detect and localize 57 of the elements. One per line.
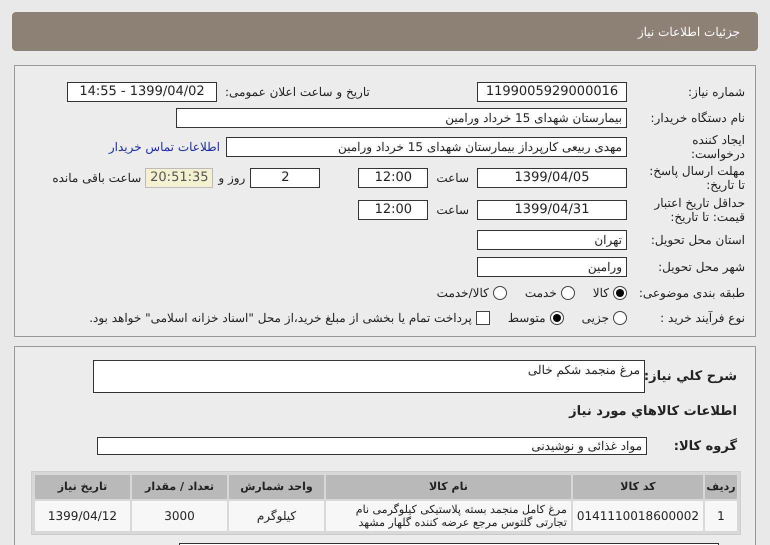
table-cell: 3000: [132, 501, 227, 531]
field-label: ساعت: [436, 170, 469, 187]
date-field: 1399/04/05: [477, 168, 627, 188]
province-field: تهران: [477, 230, 627, 250]
days-field: 2: [250, 168, 320, 188]
field-label: نوع فرآیند خرید :: [659, 310, 745, 326]
radio-label: کالا/خدمت: [436, 284, 489, 302]
field-label: تاریخ و ساعت اعلان عمومی:: [225, 84, 370, 101]
field-label: روز و: [218, 170, 246, 187]
need-number-field: 1199005929000016: [477, 82, 627, 102]
field-label: ساعت باقی مانده: [52, 170, 142, 187]
column-header: واحد شمارش: [229, 475, 324, 499]
column-header: تاریخ نیاز: [35, 475, 130, 499]
column-header: ردیف: [705, 475, 737, 499]
checkbox-label: پرداخت تمام یا بخشی از مبلغ خرید،از محل "اسناد خزانه اسلامی" خواهد بود.: [89, 310, 472, 326]
date-field: 1399/04/31: [477, 200, 627, 220]
field-label: ساعت: [436, 202, 469, 219]
field-label: استان محل تحویل:: [650, 232, 745, 249]
field-label: ایجاد کننده درخواست:: [690, 133, 745, 161]
table-cell: 1399/04/12: [35, 501, 130, 531]
section-label: گروه کالا:: [672, 437, 737, 456]
goods-group-field: مواد غذائی و نوشیدنی: [97, 437, 647, 456]
time-field: 12:00: [358, 200, 428, 220]
table-cell: مرغ کامل منجمد بسته پلاستیکی کیلوگرمی نام تجارتی گلتوس مرجع عرضه کننده گلهار مشهد: [326, 501, 571, 531]
radio-label: کالا: [592, 284, 609, 302]
buyer-field: بیمارستان شهدای 15 خرداد ورامین: [176, 108, 627, 128]
column-header: کد کالا: [572, 475, 703, 499]
field-label: حداقل تاریخ اعتبار قیمت: تا تاریخ:: [652, 196, 745, 224]
contact-link[interactable]: اطلاعات تماس خریدار: [108, 138, 220, 156]
field-label: مهلت ارسال پاسخ: تا تاریخ:: [648, 164, 745, 192]
radio-button[interactable]: [492, 286, 507, 300]
creator-field: مهدی ربیعی کارپرداز بیمارستان شهدای 15 خرداد ورامین: [226, 137, 627, 157]
radio-label: متوسط: [508, 310, 546, 326]
section-title: اطلاعات کالاهاي مورد نياز: [568, 403, 737, 421]
countdown-field: 20:51:35: [145, 168, 214, 188]
time-field: 12:00: [358, 168, 428, 188]
radio-label: جزیی: [582, 310, 609, 326]
radio-label: خدمت: [524, 284, 557, 302]
column-header: نام کالا: [326, 475, 571, 499]
column-header: تعداد / مقدار: [132, 475, 227, 499]
checkbox[interactable]: [476, 310, 490, 324]
radio-button[interactable]: [613, 286, 627, 300]
section-label: شرح کلي نياز:: [645, 368, 737, 386]
table-cell: 0141110018600002: [572, 501, 703, 531]
radio-button[interactable]: [613, 310, 627, 324]
table-cell: کیلوگرم: [229, 501, 324, 531]
announce-date-field: 1399/04/02 - 14:55: [67, 82, 217, 102]
radio-button[interactable]: [560, 286, 575, 300]
field-label: شماره نیاز:: [687, 84, 745, 101]
city-field: ورامین: [477, 257, 627, 277]
page-title: جزئیات اطلاعات نیاز: [638, 24, 740, 40]
field-label: شهر محل تحویل:: [657, 259, 745, 276]
summary-box: مرغ منجمد شکم خالی: [93, 360, 645, 393]
table-cell: 1: [705, 501, 737, 531]
field-label: نام دستگاه خریدار:: [650, 110, 745, 127]
radio-button[interactable]: [550, 310, 564, 324]
field-label: طبقه بندی موضوعی:: [638, 284, 745, 302]
